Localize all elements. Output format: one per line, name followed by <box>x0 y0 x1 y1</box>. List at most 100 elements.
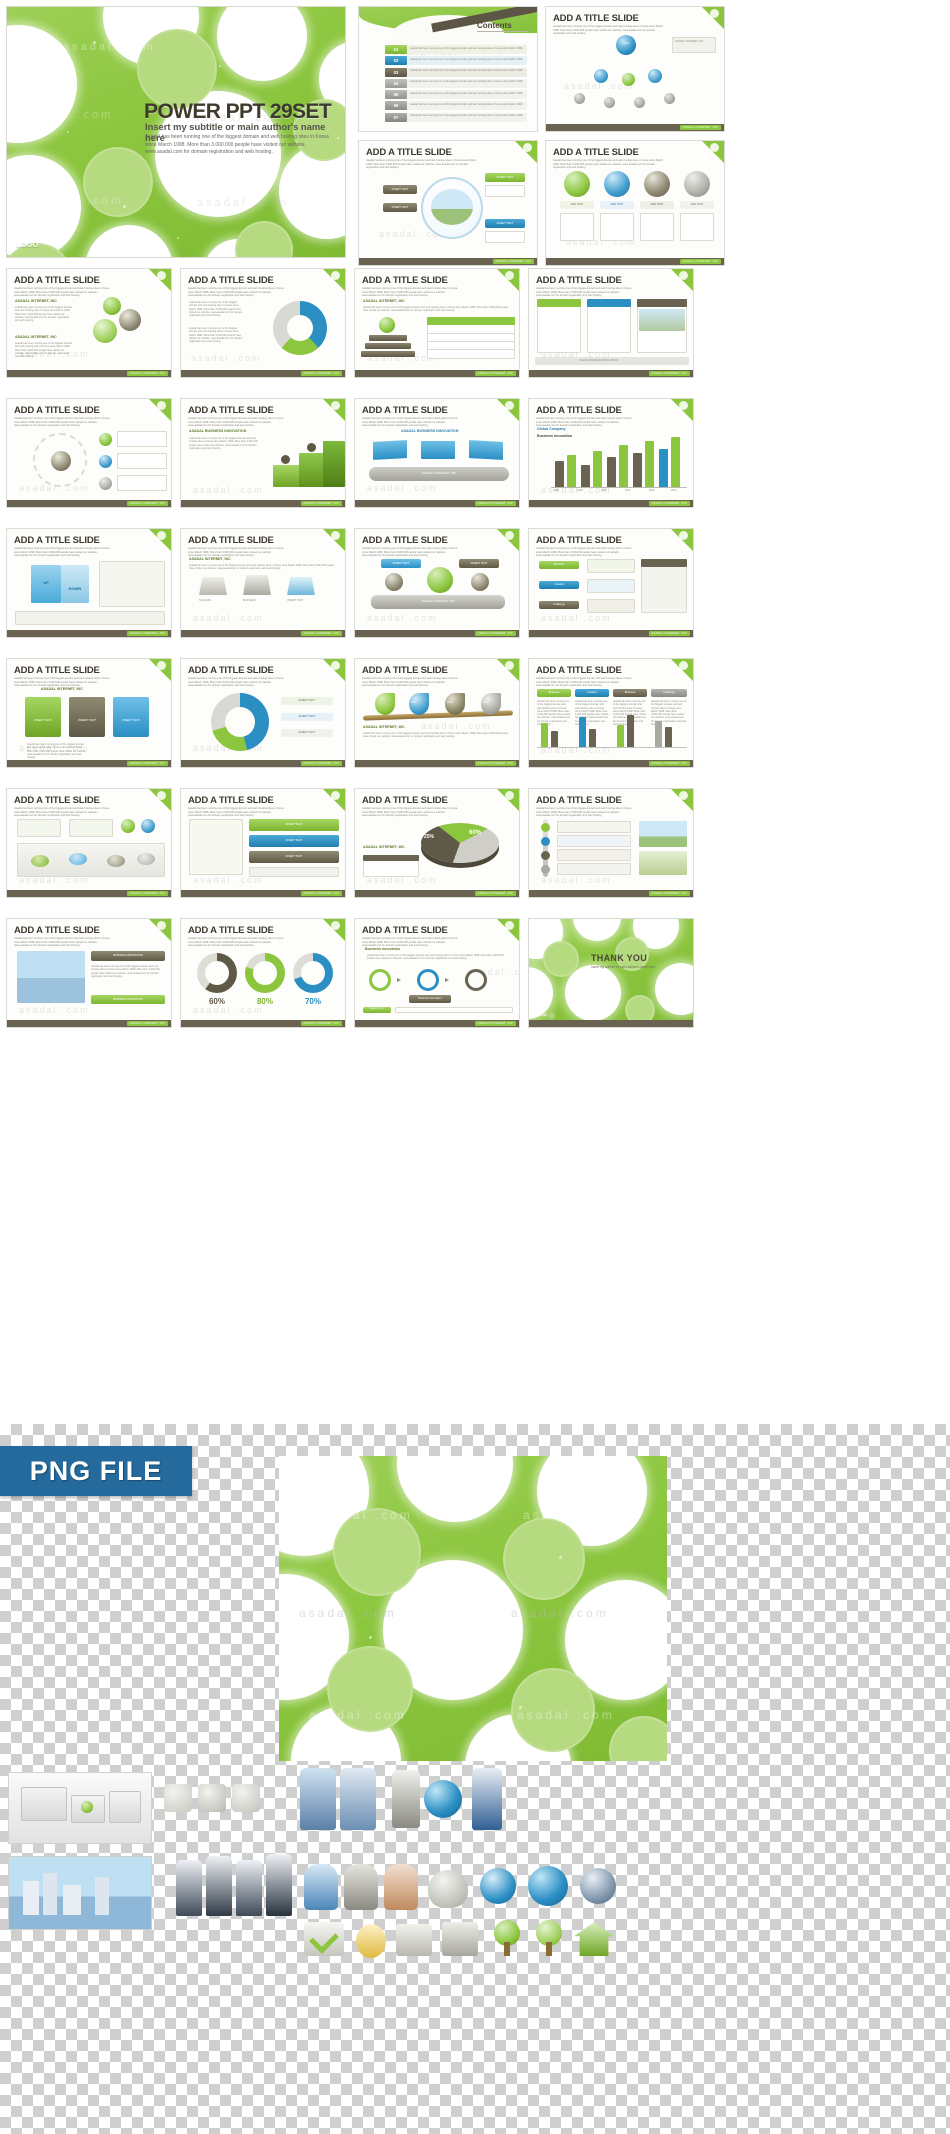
legend-item[interactable]: INSERT TEXT <box>281 713 333 721</box>
slide-s02[interactable]: ADD A TITLE SLIDE Asadal has been runnin… <box>358 140 538 266</box>
note-box[interactable] <box>600 213 634 241</box>
card[interactable] <box>587 299 631 353</box>
flow-node[interactable] <box>465 969 487 991</box>
note-box[interactable] <box>640 213 674 241</box>
node-text[interactable] <box>574 93 585 104</box>
timeline-item[interactable] <box>557 821 631 833</box>
row-box[interactable] <box>395 1007 513 1013</box>
label-chip[interactable]: ADD TEXT <box>600 201 634 209</box>
card[interactable] <box>537 299 581 353</box>
slide-s13[interactable]: ADD A TITLE SLIDE Asadal has been runnin… <box>180 528 346 638</box>
cycle-node[interactable] <box>99 433 112 446</box>
cover-slide[interactable]: asadal .com asadal .com asadal .com asad… <box>6 6 346 258</box>
row-label[interactable]: INSERT TEXT <box>363 1007 391 1013</box>
contents-slide[interactable]: Contents asadal .com 01Asadal has been r… <box>358 6 538 132</box>
band[interactable]: INSERT TEXT <box>249 819 339 831</box>
slide-s04[interactable]: ADD A TITLE SLIDE Asadal has been runnin… <box>6 268 172 378</box>
col-header[interactable]: Business <box>537 689 571 697</box>
slide-s25[interactable]: ADD A TITLE SLIDE Asadal has been runnin… <box>180 918 346 1028</box>
list-item[interactable]: 01 Asadal has been running one of the big… <box>385 45 527 54</box>
col-header[interactable]: Challenge <box>651 689 687 697</box>
note-box[interactable] <box>17 819 61 837</box>
col-header[interactable]: Business <box>613 689 647 697</box>
caption-box[interactable] <box>15 611 165 625</box>
label-chip[interactable]: INSERT TEXT <box>459 559 499 568</box>
node-text[interactable] <box>648 69 662 83</box>
cycle-node[interactable] <box>99 477 112 490</box>
note-box[interactable] <box>587 579 635 593</box>
timeline-item[interactable] <box>557 835 631 847</box>
slide-s12[interactable]: ADD A TITLE SLIDE Asadal has been runnin… <box>6 528 172 638</box>
label-chip[interactable]: ADD TEXT <box>640 201 674 209</box>
footer-chip[interactable]: BUSINESS INNOVATION <box>91 995 165 1004</box>
side-panel[interactable] <box>641 559 687 613</box>
slide-s22[interactable]: ADD A TITLE SLIDE Asadal has been runnin… <box>354 788 520 898</box>
note-box[interactable] <box>485 231 525 243</box>
node-text[interactable] <box>604 97 615 108</box>
left-panel[interactable] <box>189 819 243 875</box>
timeline-item[interactable] <box>557 849 631 861</box>
slide-s06[interactable]: ADD A TITLE SLIDE Asadal has been runnin… <box>354 268 520 378</box>
slide-s19[interactable]: ADD A TITLE SLIDE Asadal has been runnin… <box>528 658 694 768</box>
legend-item[interactable]: INSERT TEXT <box>281 729 333 737</box>
label-chip[interactable]: ADD TEXT <box>680 201 714 209</box>
col-header[interactable]: Creative <box>575 689 609 697</box>
row-label[interactable]: Creative <box>539 581 579 589</box>
note-box[interactable] <box>560 213 594 241</box>
slide-s20[interactable]: ADD A TITLE SLIDE Asadal has been runnin… <box>6 788 172 898</box>
slide-s05[interactable]: ADD A TITLE SLIDE Asadal has been runnin… <box>180 268 346 378</box>
note-box[interactable] <box>117 453 167 469</box>
note-box[interactable] <box>117 475 167 491</box>
diamond-card[interactable] <box>469 440 503 460</box>
note-box[interactable] <box>680 213 714 241</box>
orb-green[interactable] <box>564 171 590 197</box>
diamond-card[interactable] <box>421 441 455 459</box>
label-chip[interactable]: INSERT TEXT <box>485 219 525 228</box>
flow-node[interactable] <box>417 969 439 991</box>
cycle-node[interactable] <box>99 455 112 468</box>
band[interactable]: INSERT TEXT <box>249 835 339 847</box>
band[interactable]: INSERT TEXT <box>249 851 339 863</box>
node-text[interactable] <box>664 93 675 104</box>
orb-brown[interactable] <box>644 171 670 197</box>
label-chip[interactable]: INSERT TEXT <box>381 559 421 568</box>
slide-s14[interactable]: ADD A TITLE SLIDE Asadal has been runnin… <box>354 528 520 638</box>
list-item[interactable]: 05 Asadal has been running one of the big… <box>385 90 527 100</box>
list-item[interactable]: 02 Asadal has been running one of the big… <box>385 56 527 66</box>
note-box[interactable] <box>69 819 113 837</box>
list-item[interactable]: 06 Asadal has been running one of the big… <box>385 101 527 111</box>
list-item[interactable]: 07 Asadal has been running one of the big… <box>385 112 527 122</box>
slide-s07[interactable]: ADD A TITLE SLIDE Asadal has been runnin… <box>528 268 694 378</box>
note-box[interactable] <box>587 559 635 573</box>
slide-s23[interactable]: ADD A TITLE SLIDE Asadal has been runnin… <box>528 788 694 898</box>
slide-s03[interactable]: ADD A TITLE SLIDE Asadal has been runnin… <box>545 140 725 266</box>
slide-s26[interactable]: ADD A TITLE SLIDE Asadal has been runnin… <box>354 918 520 1028</box>
slide-s16[interactable]: ADD A TITLE SLIDE Asadal has been runnin… <box>6 658 172 768</box>
note-box[interactable] <box>99 561 165 607</box>
orb-grey[interactable] <box>684 171 710 197</box>
label-chip[interactable]: INSERT TEXT <box>485 173 525 182</box>
slide-s24[interactable]: ADD A TITLE SLIDE Asadal has been runnin… <box>6 918 172 1028</box>
legend-item[interactable]: INSERT TEXT <box>281 697 333 705</box>
slide-s18[interactable]: ADD A TITLE SLIDE Asadal has been runnin… <box>354 658 520 768</box>
slide-s15[interactable]: ADD A TITLE SLIDE Asadal has been runnin… <box>528 528 694 638</box>
note-box[interactable] <box>587 599 635 613</box>
slide-s01[interactable]: ADD A TITLE SLIDE Asadal has been runnin… <box>545 6 725 132</box>
slide-s09[interactable]: ADD A TITLE SLIDE Asadal has been runnin… <box>180 398 346 508</box>
slide-s10[interactable]: ADD A TITLE SLIDE Asadal has been runnin… <box>354 398 520 508</box>
slide-s17[interactable]: ADD A TITLE SLIDE Asadal has been runnin… <box>180 658 346 768</box>
headline-chip[interactable]: BUSINESS INNOVATION <box>91 951 165 961</box>
node-text[interactable] <box>594 69 608 83</box>
list-item[interactable]: 03 Asadal has been running one of the big… <box>385 67 527 77</box>
thank-you-slide[interactable]: THANK YOU Insert my subtitle or main aut… <box>528 918 694 1028</box>
label-chip[interactable]: INSERT TEXT <box>383 185 417 194</box>
slide-s08[interactable]: ADD A TITLE SLIDE Asadal has been runnin… <box>6 398 172 508</box>
label-chip[interactable]: ADD TEXT <box>560 201 594 209</box>
row-label[interactable]: Business <box>539 561 579 569</box>
node-text[interactable] <box>634 97 645 108</box>
list-item[interactable]: 04 Asadal has been running one of the big… <box>385 78 527 88</box>
flow-node[interactable] <box>369 969 391 991</box>
row-label[interactable]: Challenge <box>539 601 579 609</box>
flow-label[interactable]: Business innovation <box>409 995 451 1003</box>
note-box[interactable] <box>485 185 525 197</box>
